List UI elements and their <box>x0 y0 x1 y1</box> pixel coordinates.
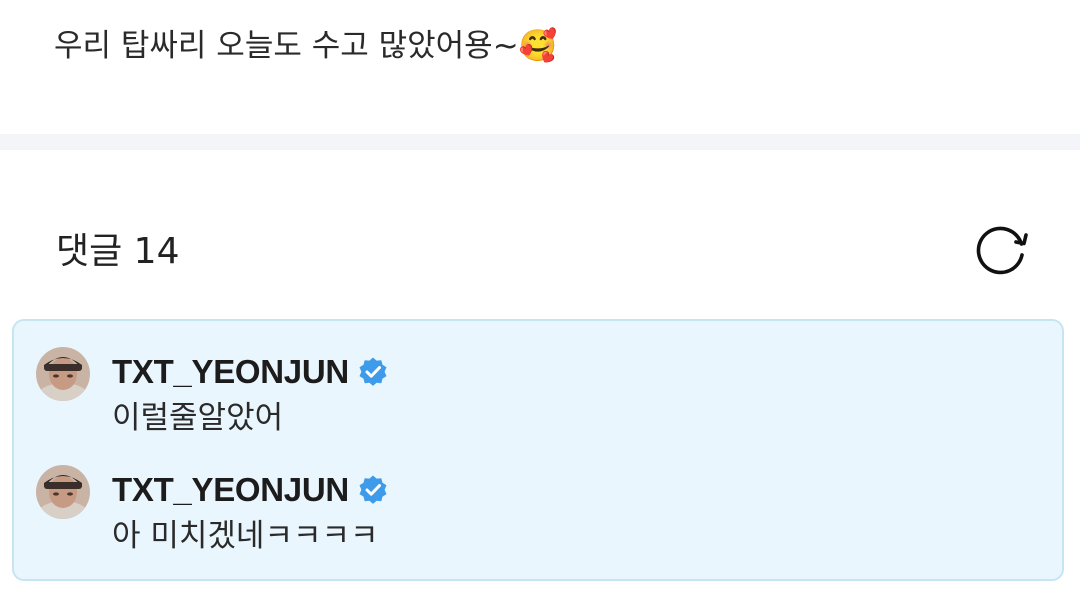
comment-author[interactable]: TXT_YEONJUN <box>112 353 349 391</box>
verified-badge-icon <box>359 357 387 386</box>
comment-body: 아 미치겠네ㅋㅋㅋㅋ <box>112 518 379 554</box>
comment-body: 이럴줄알았어 <box>112 400 284 436</box>
refresh-icon <box>976 226 1028 275</box>
verified-badge-icon <box>359 475 387 504</box>
post-text: 우리 탑싸리 오늘도 수고 많았어용~🥰 <box>54 28 558 64</box>
comments-count-header: 댓글 14 <box>56 231 180 272</box>
refresh-button[interactable] <box>972 222 1032 280</box>
comment-author[interactable]: TXT_YEONJUN <box>112 471 349 509</box>
section-divider <box>0 134 1080 150</box>
avatar[interactable] <box>36 465 90 519</box>
avatar[interactable] <box>36 347 90 401</box>
